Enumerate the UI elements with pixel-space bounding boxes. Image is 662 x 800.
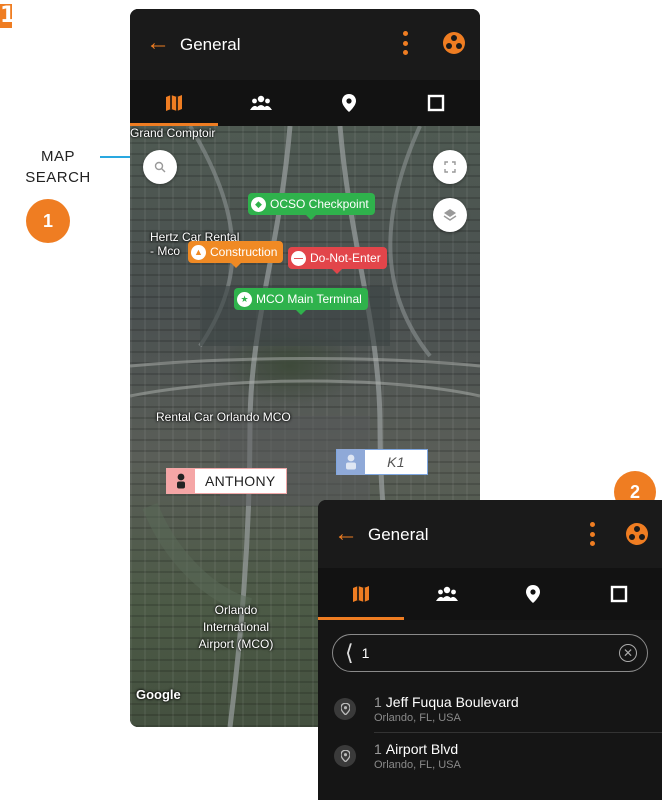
clear-icon[interactable]: ✕ (619, 644, 637, 662)
result-subtitle: Orlando, FL, USA (374, 759, 461, 771)
search-result-item[interactable]: 1 Airport Blvd Orlando, FL, USA (318, 733, 662, 779)
person-icon (337, 449, 365, 475)
map-label-hertz-2: - Mco (150, 244, 180, 258)
user-marker-anthony[interactable]: ANTHONY (166, 468, 287, 494)
user-marker-k1[interactable]: K1 (336, 449, 428, 475)
google-logo: Google (136, 687, 181, 702)
phone-search-screen: ← General ⟨ ✕ 1Jeff Fuqu (318, 500, 662, 800)
location-pin-icon (341, 94, 356, 112)
pin-label: OCSO Checkpoint (270, 197, 369, 211)
palette-icon[interactable] (626, 523, 648, 545)
step-1-corner-badge: 1 (0, 4, 12, 28)
pin-label: Construction (210, 245, 278, 259)
tab-area[interactable] (393, 80, 481, 126)
chevron-left-icon[interactable]: ⟨ (345, 642, 354, 664)
map-label-airport-2: International (202, 620, 270, 634)
star-icon: ★ (237, 291, 252, 307)
step-1-badge: 1 (26, 199, 70, 243)
palette-icon[interactable] (443, 32, 465, 54)
result-number: 1 (374, 694, 382, 710)
result-name: Airport Blvd (385, 741, 459, 757)
map-label-grand-comptoir: Grand Comptoir (130, 126, 216, 140)
map-search-button[interactable] (143, 150, 177, 184)
user-name: ANTHONY (205, 473, 276, 489)
page-title: General (180, 35, 241, 54)
user-name: K1 (387, 454, 405, 470)
result-title: 1 Jeff Fuqua Boulevard (374, 694, 519, 710)
tab-bar (130, 80, 480, 126)
location-pin-icon (334, 698, 356, 720)
fullscreen-icon (444, 161, 456, 173)
group-icon (436, 586, 458, 601)
fullscreen-button[interactable] (433, 150, 467, 184)
map-label-rental-car: Rental Car Orlando MCO (156, 410, 291, 424)
search-input[interactable] (361, 645, 602, 661)
no-entry-icon: — (291, 250, 306, 266)
result-number: 1 (374, 741, 382, 757)
tab-team[interactable] (404, 568, 490, 620)
pin-main-terminal[interactable]: ★ MCO Main Terminal (234, 288, 368, 315)
map-search-annotation: MAP SEARCH (18, 146, 98, 188)
layers-button[interactable] (433, 198, 467, 232)
map-icon (353, 586, 369, 602)
annotation-line-1: MAP (40, 148, 75, 165)
tab-area[interactable] (576, 568, 662, 620)
pin-ocso-checkpoint[interactable]: ◆ OCSO Checkpoint (248, 193, 375, 220)
back-arrow-icon[interactable]: ← (334, 522, 358, 546)
map-label-airport-3: Airport (MCO) (198, 637, 274, 651)
map-label-airport-1: Orlando (214, 603, 258, 617)
back-arrow-icon[interactable]: ← (146, 31, 170, 55)
tab-map[interactable] (130, 80, 218, 126)
map-icon (165, 95, 182, 111)
square-icon (428, 94, 445, 112)
result-name: Jeff Fuqua Boulevard (385, 694, 519, 710)
square-icon (610, 585, 628, 603)
search-area: ⟨ ✕ (318, 620, 662, 686)
layers-icon (443, 209, 457, 221)
result-text: 1 Jeff Fuqua Boulevard Orlando, FL, USA (374, 694, 519, 724)
tab-bar (318, 568, 662, 620)
location-pin-icon (526, 585, 540, 603)
result-text: 1 Airport Blvd Orlando, FL, USA (374, 741, 461, 771)
person-icon (167, 468, 195, 494)
tab-location[interactable] (305, 80, 393, 126)
annotation-line-2: SEARCH (25, 169, 91, 186)
pin-label: MCO Main Terminal (256, 292, 362, 306)
pin-construction[interactable]: ▲ Construction (188, 241, 284, 268)
search-box: ⟨ ✕ (332, 634, 648, 672)
search-result-item[interactable]: 1 Jeff Fuqua Boulevard Orlando, FL, USA (318, 686, 662, 732)
more-options-icon[interactable] (590, 522, 595, 546)
app-header: ← General (318, 500, 662, 568)
app-header: ← General (130, 9, 480, 80)
tab-location[interactable] (490, 568, 576, 620)
tab-team[interactable] (218, 80, 306, 126)
result-subtitle: Orlando, FL, USA (374, 712, 461, 724)
pin-label: Do-Not-Enter (310, 251, 381, 265)
page-title: General (368, 525, 429, 544)
result-title: 1 Airport Blvd (374, 741, 461, 757)
tab-active-indicator (318, 617, 404, 620)
construction-icon: ▲ (191, 244, 206, 260)
group-icon (250, 95, 273, 110)
tab-map[interactable] (318, 568, 404, 620)
pin-do-not-enter[interactable]: — Do-Not-Enter (288, 247, 387, 274)
more-options-icon[interactable] (403, 31, 408, 55)
shield-icon: ◆ (251, 196, 266, 212)
search-icon (154, 161, 166, 173)
location-pin-icon (334, 745, 356, 767)
